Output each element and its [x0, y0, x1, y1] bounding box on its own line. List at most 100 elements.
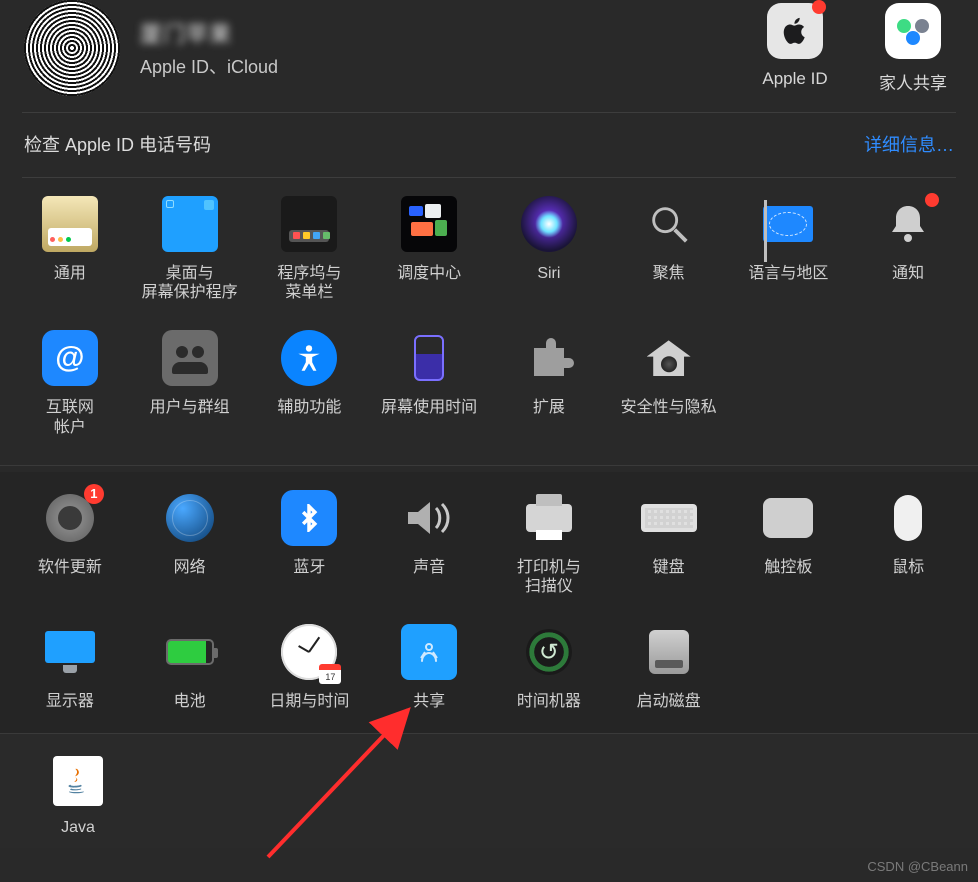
pref-software-update[interactable]: 1 软件更新	[10, 490, 130, 596]
pref-startup-disk[interactable]: 启动磁盘	[609, 624, 729, 711]
printer-icon	[521, 490, 577, 546]
apple-id-button[interactable]: Apple ID	[758, 3, 832, 94]
pref-label: 共享	[373, 692, 485, 711]
badge-dot-icon	[925, 193, 939, 207]
pref-label: 声音	[373, 558, 485, 577]
extensions-icon	[521, 330, 577, 386]
prefs-section-2: 1 软件更新 网络 蓝牙 声音 打印机与 扫描仪 键盘	[0, 472, 978, 734]
pref-extensions[interactable]: 扩展	[489, 330, 609, 436]
pref-siri[interactable]: Siri	[489, 196, 609, 302]
pref-label: 语言与地区	[733, 264, 845, 283]
pref-desktop-screensaver[interactable]: 桌面与 屏幕保护程序	[130, 196, 250, 302]
mouse-icon	[880, 490, 936, 546]
pref-label: 显示器	[14, 692, 126, 711]
section-separator	[0, 465, 978, 466]
pref-security-privacy[interactable]: 安全性与隐私	[609, 330, 729, 436]
pref-sound[interactable]: 声音	[369, 490, 489, 596]
notice-details-link[interactable]: 详细信息…	[864, 131, 954, 157]
pref-label: 辅助功能	[254, 398, 366, 417]
pref-date-time[interactable]: 17 日期与时间	[250, 624, 370, 711]
pref-label: 通知	[852, 264, 964, 283]
pref-label: 扩展	[493, 398, 605, 417]
pref-label: 互联网 帐户	[14, 398, 126, 436]
pref-accessibility[interactable]: 辅助功能	[250, 330, 370, 436]
software-update-icon: 1	[42, 490, 98, 546]
pref-notifications[interactable]: 通知	[848, 196, 968, 302]
pref-label: 启动磁盘	[613, 692, 725, 711]
pref-label: 蓝牙	[254, 558, 366, 577]
pref-label: 网络	[134, 558, 246, 577]
siri-icon	[521, 196, 577, 252]
pref-label: 屏幕使用时间	[373, 398, 485, 417]
battery-icon	[162, 624, 218, 680]
pref-time-machine[interactable]: 时间机器	[489, 624, 609, 711]
pref-keyboard[interactable]: 键盘	[609, 490, 729, 596]
family-sharing-button[interactable]: 家人共享	[876, 3, 950, 94]
apple-id-label: Apple ID	[758, 69, 832, 89]
desktop-icon	[162, 196, 218, 252]
pref-label: 用户与群组	[134, 398, 246, 417]
spotlight-icon	[641, 196, 697, 252]
account-header: 厦门苹果 Apple ID、iCloud Apple ID 家人共享	[0, 0, 978, 112]
notice-row: 检查 Apple ID 电话号码 详细信息…	[0, 113, 978, 177]
pref-label: 键盘	[613, 558, 725, 577]
pref-language-region[interactable]: 语言与地区	[729, 196, 849, 302]
pref-label: 安全性与隐私	[613, 398, 725, 417]
startup-disk-icon	[641, 624, 697, 680]
pref-label: Java	[38, 818, 118, 837]
network-icon	[162, 490, 218, 546]
pref-spotlight[interactable]: 聚焦	[609, 196, 729, 302]
pref-printers-scanners[interactable]: 打印机与 扫描仪	[489, 490, 609, 596]
calendar-badge: 17	[319, 664, 341, 684]
prefs-section-3: Java	[0, 733, 978, 847]
pref-label: 软件更新	[14, 558, 126, 577]
pref-label: 鼠标	[852, 558, 964, 577]
family-icon	[885, 3, 941, 59]
user-name: 厦门苹果	[140, 17, 758, 49]
screentime-icon	[401, 330, 457, 386]
pref-users-groups[interactable]: 用户与群组	[130, 330, 250, 436]
pref-label: 日期与时间	[254, 692, 366, 711]
user-info: 厦门苹果 Apple ID、iCloud	[140, 17, 758, 79]
datetime-icon: 17	[281, 624, 337, 680]
badge-dot-icon	[812, 0, 826, 14]
watermark: CSDN @CBeann	[867, 859, 968, 874]
language-region-icon	[760, 196, 816, 252]
user-avatar[interactable]	[24, 0, 120, 96]
notice-text: 检查 Apple ID 电话号码	[24, 131, 211, 157]
pref-label: 调度中心	[373, 264, 485, 283]
pref-dock-menubar[interactable]: 程序坞与 菜单栏	[250, 196, 370, 302]
sound-icon	[401, 490, 457, 546]
dock-icon	[281, 196, 337, 252]
notifications-icon	[880, 196, 936, 252]
prefs-section-1: 通用 桌面与 屏幕保护程序 程序坞与 菜单栏 调度中心 Siri 聚焦	[0, 178, 978, 459]
sharing-icon	[401, 624, 457, 680]
bluetooth-icon	[281, 490, 337, 546]
pref-label: 桌面与 屏幕保护程序	[134, 264, 246, 302]
time-machine-icon	[521, 624, 577, 680]
internet-accounts-icon: @	[42, 330, 98, 386]
pref-label: 聚焦	[613, 264, 725, 283]
pref-mission-control[interactable]: 调度中心	[369, 196, 489, 302]
pref-trackpad[interactable]: 触控板	[729, 490, 849, 596]
pref-general[interactable]: 通用	[10, 196, 130, 302]
pref-battery[interactable]: 电池	[130, 624, 250, 711]
pref-bluetooth[interactable]: 蓝牙	[250, 490, 370, 596]
pref-screentime[interactable]: 屏幕使用时间	[369, 330, 489, 436]
pref-network[interactable]: 网络	[130, 490, 250, 596]
trackpad-icon	[760, 490, 816, 546]
pref-internet-accounts[interactable]: @ 互联网 帐户	[10, 330, 130, 436]
users-groups-icon	[162, 330, 218, 386]
pref-sharing[interactable]: 共享	[369, 624, 489, 711]
pref-label: 通用	[14, 264, 126, 283]
mission-control-icon	[401, 196, 457, 252]
pref-label: 打印机与 扫描仪	[493, 558, 605, 596]
general-icon	[42, 196, 98, 252]
pref-mouse[interactable]: 鼠标	[848, 490, 968, 596]
security-privacy-icon	[641, 330, 697, 386]
pref-display[interactable]: 显示器	[10, 624, 130, 711]
pref-label: 程序坞与 菜单栏	[254, 264, 366, 302]
accessibility-icon	[281, 330, 337, 386]
user-subtitle: Apple ID、iCloud	[140, 53, 758, 79]
pref-java[interactable]: Java	[38, 756, 118, 837]
